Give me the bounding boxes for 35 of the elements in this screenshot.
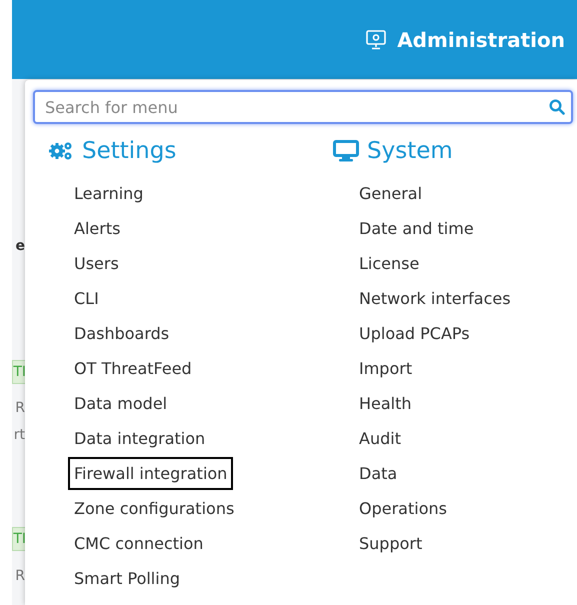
background-text: R xyxy=(14,400,25,416)
menu-item[interactable]: Data model xyxy=(68,387,174,420)
section-title: Settings xyxy=(82,138,176,164)
menu-item[interactable]: Learning xyxy=(68,177,150,210)
menu-item[interactable]: Import xyxy=(353,352,418,385)
menu-item[interactable]: Upload PCAPs xyxy=(353,317,476,350)
menu-item[interactable]: CMC connection xyxy=(68,527,210,560)
background-text: e xyxy=(14,238,25,254)
menu-item[interactable]: CLI xyxy=(68,282,105,315)
background-text: R xyxy=(14,568,25,584)
gears-icon xyxy=(48,140,74,162)
menu-item[interactable]: Data xyxy=(353,457,404,490)
menu-item[interactable]: Dashboards xyxy=(68,317,176,350)
background-text: rt xyxy=(12,427,25,443)
menu-item[interactable]: Zone configurations xyxy=(68,492,240,525)
menu-item[interactable]: OT ThreatFeed xyxy=(68,352,198,385)
search-field[interactable]: Search for menu xyxy=(33,90,573,124)
monitor-icon xyxy=(333,140,359,162)
menu-item[interactable]: Network interfaces xyxy=(353,282,517,315)
menu-item[interactable]: Operations xyxy=(353,492,453,525)
menu-item[interactable]: Alerts xyxy=(68,212,126,245)
monitor-gear-icon xyxy=(365,28,388,50)
search-icon[interactable] xyxy=(549,99,565,115)
menu-item[interactable]: Firewall integration xyxy=(68,457,234,490)
menu-item[interactable]: Health xyxy=(353,387,418,420)
menu-item[interactable]: Data integration xyxy=(68,422,212,455)
menu-item[interactable]: License xyxy=(353,247,426,280)
menu-item[interactable]: Audit xyxy=(353,422,407,455)
menu-item[interactable]: Users xyxy=(68,247,125,280)
menu-item[interactable]: General xyxy=(353,177,428,210)
section-title: System xyxy=(367,138,453,164)
menu-item[interactable]: Support xyxy=(353,527,428,560)
header-title: Administration xyxy=(397,28,565,52)
menu-item[interactable]: Smart Polling xyxy=(68,562,186,595)
menu-item[interactable]: Date and time xyxy=(353,212,480,245)
